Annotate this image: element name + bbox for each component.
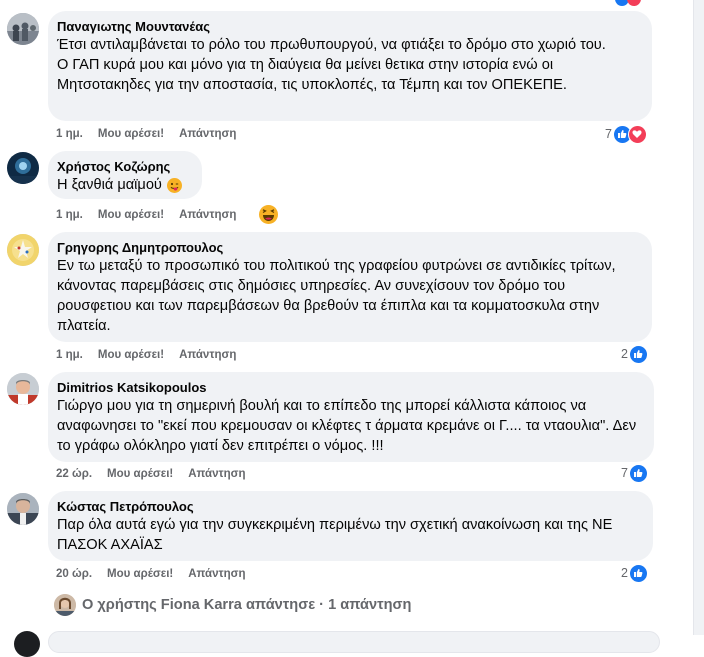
- reaction-count: 7: [621, 466, 628, 480]
- reaction-summary[interactable]: 2: [621, 563, 648, 583]
- reaction-summary[interactable]: 7: [605, 124, 647, 144]
- comment-text: Γιώργο μου για τη σημερινή βουλή και το …: [57, 398, 641, 454]
- comment-actions: 1 ημ. Μου αρέσει! Απάντηση: [56, 346, 236, 364]
- comment-author[interactable]: Χρήστος Κοζώρης: [57, 158, 190, 175]
- comment-author[interactable]: Γρηγορης Δημητροπουλος: [57, 239, 640, 256]
- previous-comment-actions: [55, 0, 655, 2]
- like-button[interactable]: Μου αρέσει!: [98, 128, 164, 140]
- comment-time[interactable]: 1 ημ.: [56, 349, 83, 361]
- previous-comment-reactions: [615, 0, 651, 6]
- reply-button[interactable]: Απάντηση: [179, 349, 236, 361]
- comment-author[interactable]: Παναγιωτης Μουντανέας: [57, 18, 640, 35]
- comment-text-row: Η ξανθιά μαϊμού: [57, 175, 190, 195]
- like-button[interactable]: Μου αρέσει!: [98, 209, 164, 221]
- like-icon: [628, 563, 648, 583]
- view-replies-link[interactable]: Ο χρήστης Fiona Karra απάντησε · 1 απάντ…: [54, 594, 411, 616]
- heart-icon: [627, 0, 641, 6]
- comment-actions: 1 ημ. Μου αρέσει! Απάντηση: [56, 206, 236, 224]
- comment-text: Η ξανθιά μαϊμού: [57, 177, 162, 193]
- reply-author-avatar: [54, 594, 76, 616]
- comment-time[interactable]: 22 ώρ.: [56, 468, 92, 480]
- comment-bubble: Dimitrios Katsikopoulos Γιώργο μου για τ…: [48, 372, 654, 462]
- reaction-count: 7: [605, 127, 612, 141]
- like-button[interactable]: Μου αρέσει!: [107, 568, 173, 580]
- reply-button[interactable]: Απάντηση: [188, 568, 245, 580]
- comment-bubble: Χρήστος Κοζώρης Η ξανθιά μαϊμού: [48, 151, 202, 199]
- comment-bubble: Γρηγορης Δημητροπουλος Εν τω μεταξύ το π…: [48, 232, 652, 342]
- comment-time[interactable]: 1 ημ.: [56, 128, 83, 140]
- avatar[interactable]: [7, 493, 39, 525]
- avatar[interactable]: [7, 152, 39, 184]
- comment-author[interactable]: Dimitrios Katsikopoulos: [57, 379, 642, 396]
- comment-bubble: Παναγιωτης Μουντανέας Έτσι αντιλαμβάνετα…: [48, 11, 652, 121]
- heart-icon: [627, 124, 647, 144]
- laughing-emoji-icon: [259, 205, 278, 224]
- like-button[interactable]: Μου αρέσει!: [98, 349, 164, 361]
- comment-actions: 1 ημ. Μου αρέσει! Απάντηση: [56, 125, 236, 143]
- reaction-count: 2: [621, 347, 628, 361]
- comment-text: Εν τω μεταξύ το προσωπικό του πολιτικού …: [57, 258, 620, 334]
- next-element-edge: [0, 628, 693, 657]
- winking-tongue-emoji-icon: [166, 177, 182, 193]
- reply-button[interactable]: Απάντηση: [188, 468, 245, 480]
- avatar[interactable]: [7, 13, 39, 45]
- comment-text: Έτσι αντιλαμβάνεται το ρόλο του πρωθυπου…: [57, 37, 606, 93]
- comment-time[interactable]: 20 ώρ.: [56, 568, 92, 580]
- reply-button[interactable]: Απάντηση: [179, 209, 236, 221]
- comment-actions: 22 ώρ. Μου αρέσει! Απάντηση: [56, 465, 246, 483]
- like-icon: [628, 463, 648, 483]
- comment-bubble: Κώστας Πετρόπουλος Παρ όλα αυτά εγώ για …: [48, 491, 653, 561]
- reaction-summary[interactable]: 2: [621, 344, 648, 364]
- page-scrollbar[interactable]: [693, 0, 704, 635]
- avatar[interactable]: [7, 373, 39, 405]
- reaction-summary[interactable]: 7: [621, 463, 648, 483]
- reply-summary-text: Ο χρήστης Fiona Karra απάντησε · 1 απάντ…: [82, 597, 412, 613]
- reply-button[interactable]: Απάντηση: [179, 128, 236, 140]
- comment-text: Παρ όλα αυτά εγώ για την συγκεκριμένη πε…: [57, 517, 617, 553]
- avatar[interactable]: [7, 234, 39, 266]
- like-button[interactable]: Μου αρέσει!: [107, 468, 173, 480]
- like-icon: [628, 344, 648, 364]
- comment-author[interactable]: Κώστας Πετρόπουλος: [57, 498, 641, 515]
- reaction-count: 2: [621, 566, 628, 580]
- comment-actions: 20 ώρ. Μου αρέσει! Απάντηση: [56, 565, 246, 583]
- comment-time[interactable]: 1 ημ.: [56, 209, 83, 221]
